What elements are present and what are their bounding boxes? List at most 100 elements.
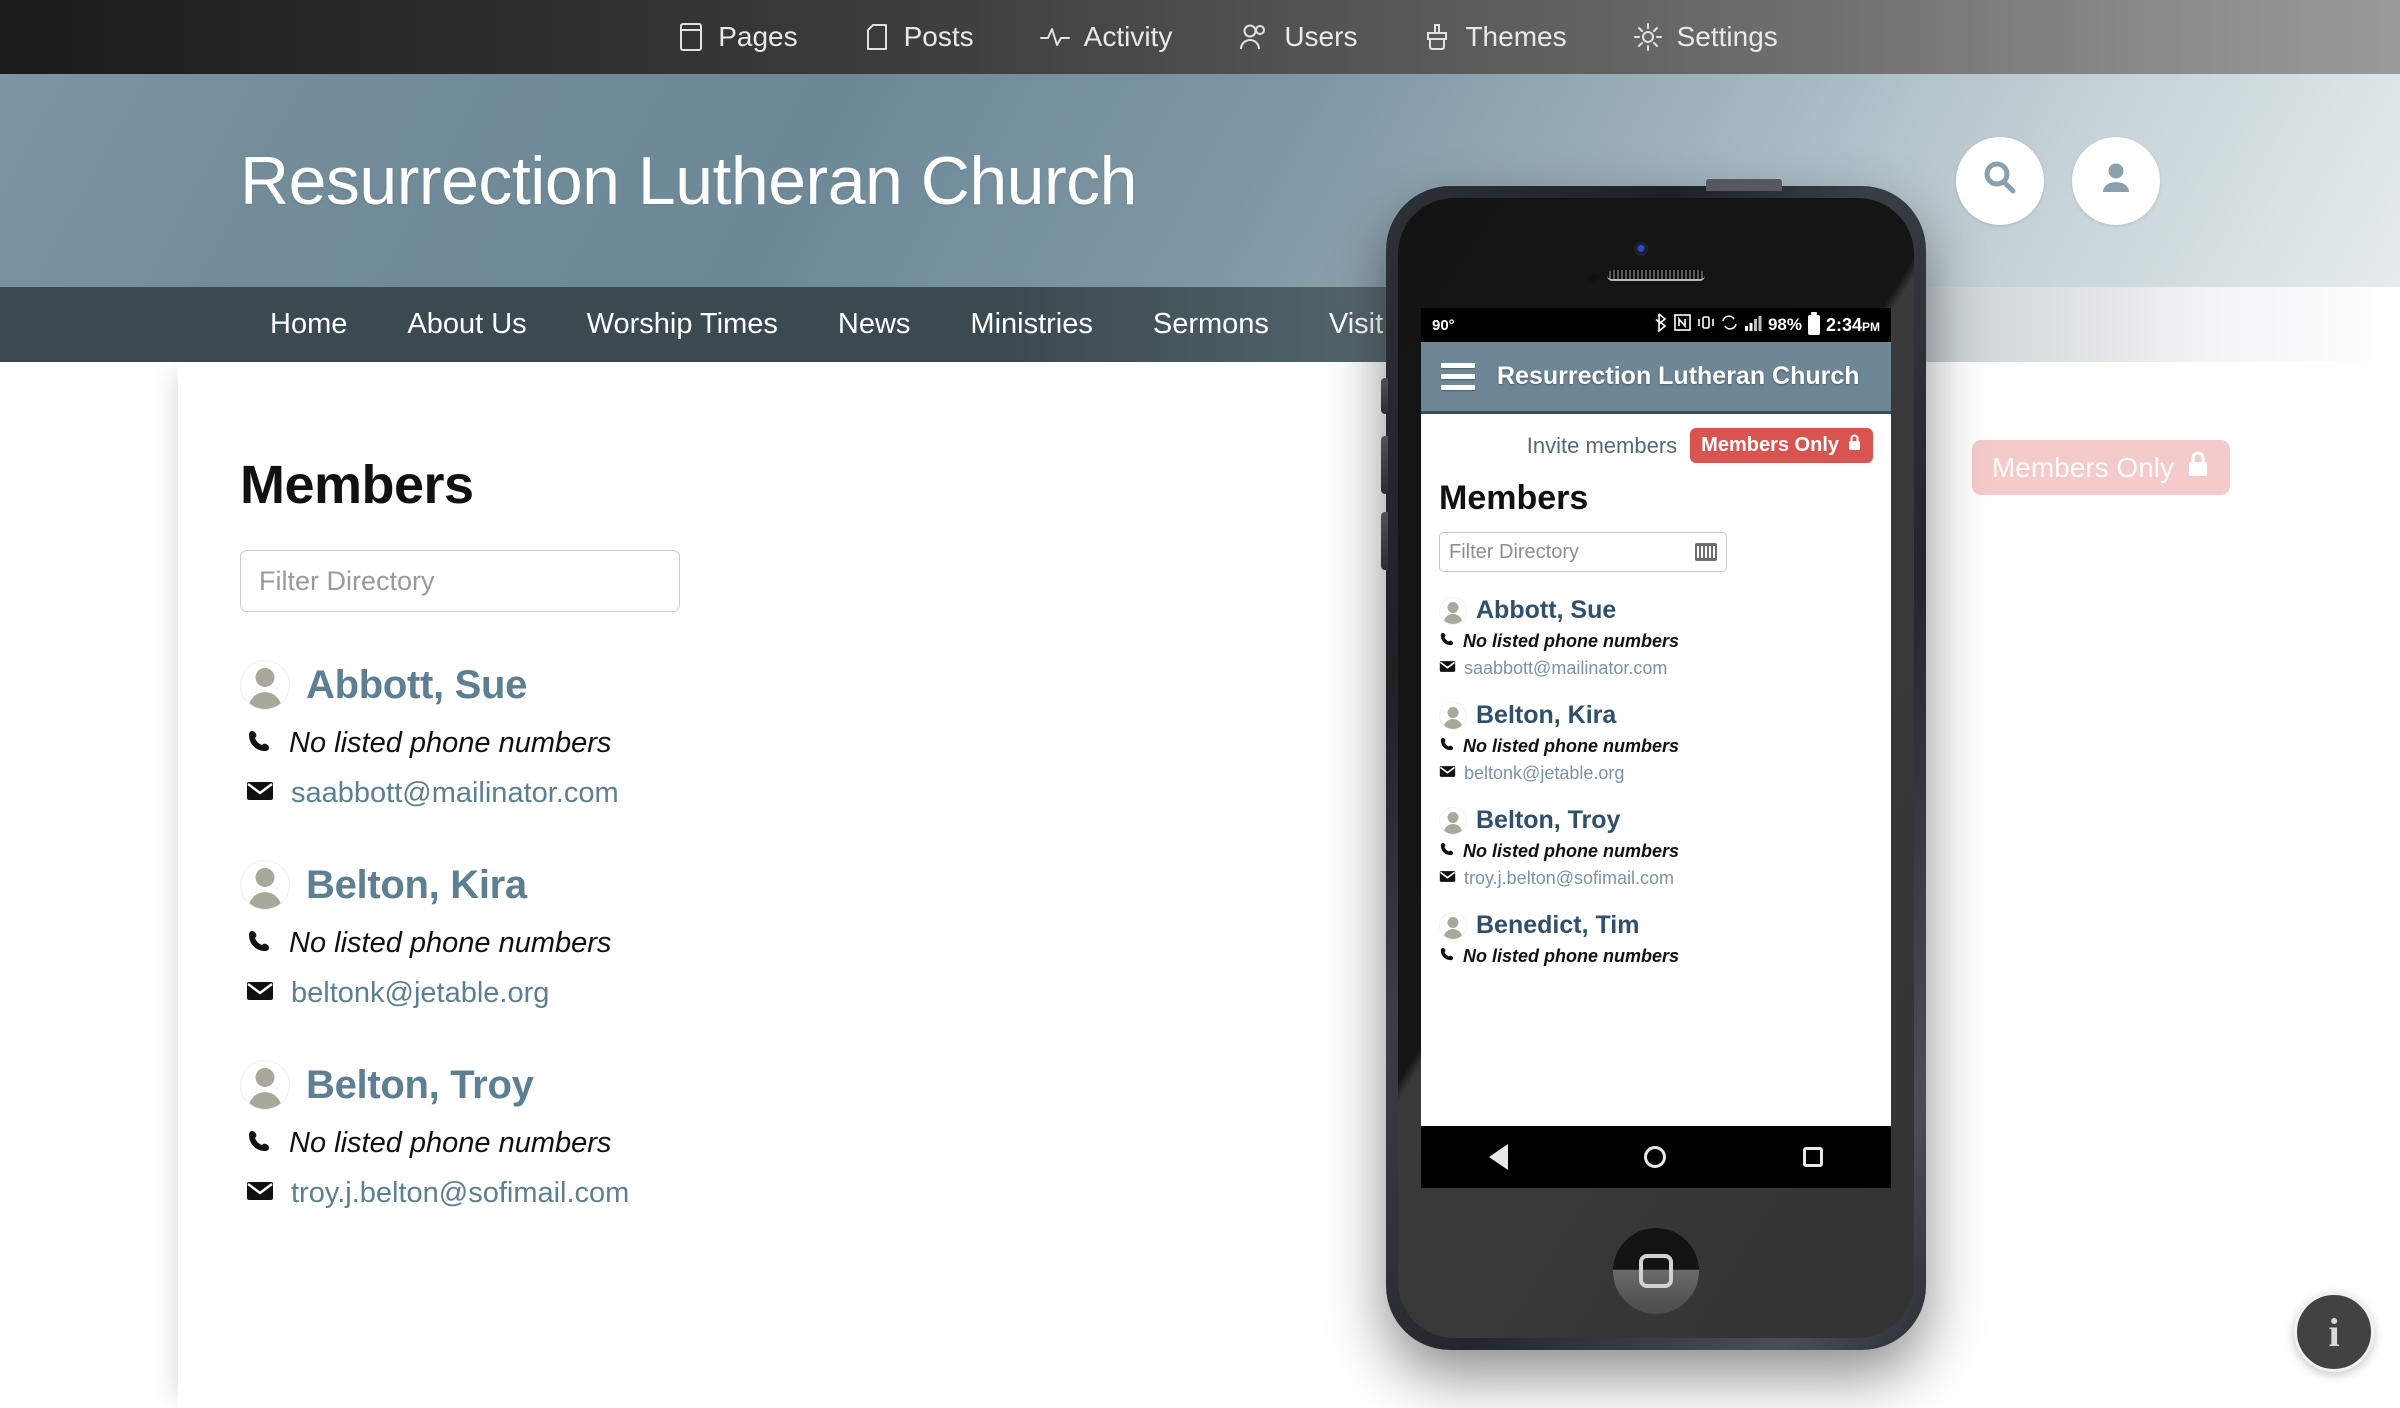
admin-item-pages[interactable]: Pages xyxy=(678,21,798,53)
settings-icon xyxy=(1633,22,1663,52)
avatar xyxy=(1439,911,1467,940)
vibrate-icon xyxy=(1697,314,1715,336)
admin-item-posts[interactable]: Posts xyxy=(864,21,974,53)
lock-icon xyxy=(1847,434,1862,457)
mobile-members-only-badge[interactable]: Members Only xyxy=(1690,428,1873,463)
member-name[interactable]: Abbott, Sue xyxy=(306,663,527,708)
member-phone: No listed phone numbers xyxy=(1463,736,1680,756)
lock-icon xyxy=(2186,450,2210,485)
members-only-badge[interactable]: Members Only xyxy=(1971,440,2230,495)
android-recents-icon[interactable] xyxy=(1802,1147,1823,1167)
admin-item-label: Themes xyxy=(1465,21,1567,52)
mobile-app-bar: Resurrection Lutheran Church xyxy=(1421,342,1891,414)
phone-icon xyxy=(1439,631,1455,652)
admin-item-label: Users xyxy=(1284,21,1358,52)
nav-link-worship-times[interactable]: Worship Times xyxy=(557,308,808,341)
member-name[interactable]: Belton, Troy xyxy=(306,1063,534,1108)
proximity-sensor-icon xyxy=(1588,273,1597,282)
member-phone: No listed phone numbers xyxy=(1463,946,1680,966)
admin-item-users[interactable]: Users xyxy=(1238,21,1357,53)
android-home-icon[interactable] xyxy=(1644,1146,1667,1168)
mobile-member-list-item: Abbott, Sue No listed phone numbers saab… xyxy=(1439,596,1873,679)
user-icon xyxy=(2094,156,2138,205)
admin-item-settings[interactable]: Settings xyxy=(1633,21,1778,53)
nav-link-about-us[interactable]: About Us xyxy=(377,308,556,341)
activity-icon xyxy=(1039,24,1070,50)
email-icon xyxy=(1439,870,1456,888)
battery-percent: 98% xyxy=(1767,315,1802,334)
site-title: Resurrection Lutheran Church xyxy=(240,142,1137,219)
account-button[interactable] xyxy=(2072,136,2160,225)
phone-silent-switch xyxy=(1381,378,1388,414)
posts-icon xyxy=(864,22,890,52)
admin-item-themes[interactable]: Themes xyxy=(1423,21,1567,53)
nav-link-ministries[interactable]: Ministries xyxy=(940,308,1122,341)
member-phone: No listed phone numbers xyxy=(289,1127,612,1159)
avatar xyxy=(240,860,290,910)
member-name[interactable]: Abbott, Sue xyxy=(1476,596,1616,625)
avatar xyxy=(1439,806,1467,835)
member-phone: No listed phone numbers xyxy=(1463,841,1680,861)
phone-icon xyxy=(246,928,272,959)
nav-link-news[interactable]: News xyxy=(808,308,941,341)
status-clock: 2:34PM xyxy=(1825,314,1880,335)
phone-icon xyxy=(1439,841,1455,862)
android-back-icon[interactable] xyxy=(1489,1144,1509,1170)
android-nav-bar xyxy=(1421,1126,1891,1188)
phone-volume-up-button xyxy=(1381,436,1388,494)
phone-frame: 90° 98% 2:34PM Resurrection Lutheran Chu… xyxy=(1381,179,1926,1350)
nfc-icon xyxy=(1674,314,1691,336)
member-email[interactable]: saabbott@mailinator.com xyxy=(1464,658,1667,679)
email-icon xyxy=(246,980,274,1007)
admin-item-label: Posts xyxy=(903,21,974,52)
email-icon xyxy=(246,780,274,807)
mobile-member-list: Abbott, Sue No listed phone numbers saab… xyxy=(1439,596,1873,967)
avatar xyxy=(1439,701,1467,730)
admin-toolbar: Pages Posts Activity Users Themes Settin… xyxy=(0,0,2400,74)
page-content: Members Only Members Abbott, Sue xyxy=(178,362,2400,1408)
admin-item-activity[interactable]: Activity xyxy=(1039,21,1172,53)
bluetooth-icon xyxy=(1655,313,1668,337)
nav-link-sermons[interactable]: Sermons xyxy=(1123,308,1299,341)
search-button[interactable] xyxy=(1956,136,2044,225)
info-button[interactable]: i xyxy=(2294,1292,2374,1372)
nav-link-home[interactable]: Home xyxy=(240,308,377,341)
email-icon xyxy=(1439,765,1456,783)
phone-icon xyxy=(1439,736,1455,757)
member-name[interactable]: Belton, Kira xyxy=(1476,701,1616,730)
mobile-app-title: Resurrection Lutheran Church xyxy=(1497,362,1860,390)
phone-home-button[interactable] xyxy=(1613,1228,1699,1314)
email-icon xyxy=(246,1180,274,1207)
members-only-label: Members Only xyxy=(1991,451,2174,483)
member-email[interactable]: beltonk@jetable.org xyxy=(291,977,549,1010)
themes-icon xyxy=(1423,22,1451,52)
keyboard-icon[interactable] xyxy=(1695,543,1717,561)
header-actions xyxy=(1956,136,2160,225)
member-name[interactable]: Benedict, Tim xyxy=(1476,911,1639,940)
email-icon xyxy=(1439,660,1456,678)
phone-screen: 90° 98% 2:34PM Resurrection Lutheran Chu… xyxy=(1421,308,1891,1188)
site-header: Resurrection Lutheran Church xyxy=(0,74,2400,287)
invite-members-link[interactable]: Invite members xyxy=(1527,433,1677,459)
mobile-page-title: Members xyxy=(1439,479,1589,517)
member-email[interactable]: troy.j.belton@sofimail.com xyxy=(1464,868,1674,889)
member-phone: No listed phone numbers xyxy=(289,927,612,959)
member-email[interactable]: beltonk@jetable.org xyxy=(1464,763,1624,784)
mobile-members-only-label: Members Only xyxy=(1701,434,1839,456)
filter-directory-input[interactable] xyxy=(240,550,680,612)
mobile-member-list-item: Belton, Troy No listed phone numbers tro… xyxy=(1439,806,1873,889)
avatar xyxy=(240,1060,290,1110)
member-name[interactable]: Belton, Kira xyxy=(306,863,527,908)
hamburger-menu-icon[interactable] xyxy=(1441,363,1475,390)
pages-icon xyxy=(678,22,704,52)
phone-icon xyxy=(246,1128,272,1159)
phone-volume-down-button xyxy=(1381,512,1388,570)
phone-icon xyxy=(246,728,272,759)
member-email[interactable]: troy.j.belton@sofimail.com xyxy=(291,1177,629,1210)
mobile-filter-directory-input[interactable]: Filter Directory xyxy=(1439,532,1727,572)
search-icon xyxy=(1978,156,2022,205)
member-name[interactable]: Belton, Troy xyxy=(1476,806,1620,835)
site-nav: Home About Us Worship Times News Ministr… xyxy=(0,287,2400,362)
users-icon xyxy=(1238,23,1270,51)
member-email[interactable]: saabbott@mailinator.com xyxy=(291,777,619,810)
